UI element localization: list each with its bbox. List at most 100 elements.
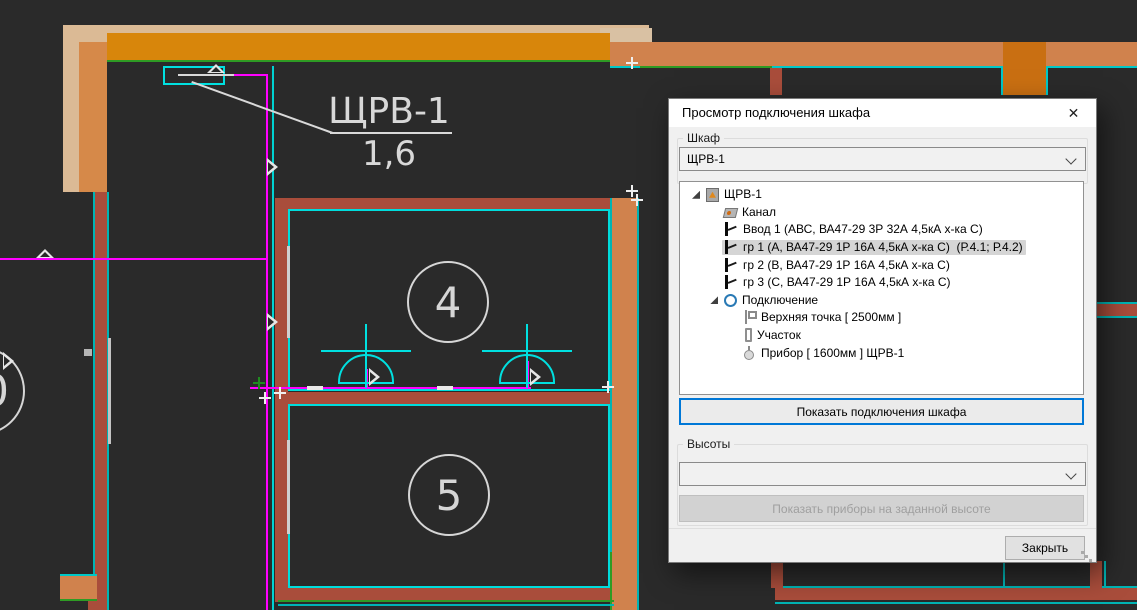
cyan-line [1001,68,1003,95]
device-icon [742,346,756,360]
tree-item-label: гр 3 (С, ВА47-29 1Р 16А 4,5кА х-ка С) [743,275,951,289]
wire-magenta [228,74,268,76]
toppoint-icon [742,310,756,324]
close-button[interactable]: Закрыть [1005,536,1085,560]
expander-icon[interactable] [688,188,704,202]
wire-magenta [266,74,268,610]
chevron-down-icon [1065,468,1076,479]
wall-segment [1095,304,1137,316]
expander-spacer [724,346,740,360]
tree-item[interactable]: Прибор [ 1600мм ] ЩРВ-1 [680,344,1083,362]
tree-item-label: Ввод 1 (АВС, ВА47-29 3Р 32А 4,5кА х-ка С… [743,222,983,236]
breaker-icon [724,222,738,236]
expander-icon[interactable] [706,293,722,307]
cabinet-icon [706,188,719,202]
heights-combobox[interactable] [679,462,1086,486]
room-label-4: 4 [407,261,489,343]
expander-spacer [724,329,740,343]
wall-opening [108,338,111,444]
wall-segment [610,42,1137,68]
wall-segment [88,601,97,610]
arrow-icon [36,249,54,258]
wall-segment [60,576,97,601]
arrow-icon [207,64,225,73]
cyan-line [637,198,639,610]
cabinet-tag-label: ЩРВ-1 [322,92,456,132]
cyan-line [1003,561,1005,588]
breaker-icon [724,240,738,254]
leader-line [191,81,333,134]
tree-item[interactable]: Участок [680,327,1083,345]
room-label-5: 5 [408,454,490,536]
wall-opening [287,440,290,534]
tree-item-label: Прибор [ 1600мм ] ЩРВ-1 [761,346,904,360]
show-connections-button[interactable]: Показать подключения шкафа [679,398,1084,425]
tree-item-label: Подключение [742,293,818,307]
wall-segment [612,198,637,610]
dialog-titlebar[interactable]: Просмотр подключения шкафа ✕ [669,99,1096,127]
tree-item-label: гр 2 (В, ВА47-29 1Р 16А 4,5кА х-ка С) [743,258,950,272]
resize-grip[interactable] [1089,559,1092,562]
wall-segment [770,68,782,95]
expander-spacer [706,205,722,219]
channel-icon [723,208,738,218]
expander-spacer [706,241,722,255]
wall-segment [1090,561,1102,588]
cabinet-rating-label: 1,6 [322,134,456,174]
cyan-line [775,602,1137,604]
green-line [107,60,610,62]
breaker-icon [724,258,738,272]
tree-item[interactable]: ЩРВ-1 [680,186,1083,204]
tree-item-label: Канал [742,205,776,219]
wall-segment [79,42,107,192]
tree-item[interactable]: Верхняя точка [ 2500мм ] [680,309,1083,327]
tree-item-label: Участок [757,328,801,342]
close-icon[interactable]: ✕ [1051,99,1096,127]
cyan-line [278,604,614,606]
wall-segment [95,192,107,610]
arrow-icon [267,313,278,331]
tree-item[interactable]: Канал [680,204,1083,222]
green-line [640,66,772,68]
wall-segment [1003,42,1046,95]
heights-group-label: Высоты [683,437,734,451]
lamp-icon [482,324,572,390]
snap-cross [274,387,286,399]
snap-cross [602,381,614,393]
expander-spacer [706,223,722,237]
snap-cross [259,392,271,404]
expander-spacer [706,258,722,272]
wall-segment [275,588,614,600]
chevron-down-icon [1065,153,1076,164]
white-line [178,74,234,76]
tree-item[interactable]: гр 3 (С, ВА47-29 1Р 16А 4,5кА х-ка С) [680,274,1083,292]
tree-item[interactable]: гр 1 (А, ВА47-29 1Р 16А 4,5кА х-ка С) (Р… [680,239,1083,257]
show-devices-button[interactable]: Показать приборы на заданной высоте [679,495,1084,522]
app-window: ЩРВ-1 1,6 4 5 0 [0,0,1137,610]
tree-item[interactable]: Подключение [680,292,1083,310]
segment-icon [745,328,752,342]
green-line [278,600,614,602]
snap-cross [631,194,643,206]
cabinet-combobox[interactable]: ЩРВ-1 [679,147,1086,171]
tree-item[interactable]: гр 2 (В, ВА47-29 1Р 16А 4,5кА х-ка С) [680,256,1083,274]
lamp-icon [321,324,411,390]
resize-grip[interactable] [1085,555,1088,558]
resize-grip[interactable] [1081,551,1084,554]
marker [84,349,92,356]
wall-segment [107,33,610,61]
footer-divider [669,528,1096,529]
arrow-icon [3,352,14,370]
cyan-riser [272,66,274,610]
tree-item-label: Верхняя точка [ 2500мм ] [761,310,901,324]
tree-item[interactable]: Ввод 1 (АВС, ВА47-29 3Р 32А 4,5кА х-ка С… [680,221,1083,239]
cabinet-tree[interactable]: ЩРВ-1 Канал Ввод 1 (АВС, ВА47-29 3Р 32А 4,… [679,181,1084,395]
wall-segment [275,198,615,209]
cyan-line [1104,561,1106,586]
dialog-title: Просмотр подключения шкафа [682,99,870,127]
wire-magenta [0,258,268,260]
snap-cross-green [253,377,265,389]
tree-item-label: гр 1 (А, ВА47-29 1Р 16А 4,5кА х-ка С) (Р… [743,240,1023,254]
tree-item-label: ЩРВ-1 [724,187,762,201]
connection-icon [724,294,737,307]
